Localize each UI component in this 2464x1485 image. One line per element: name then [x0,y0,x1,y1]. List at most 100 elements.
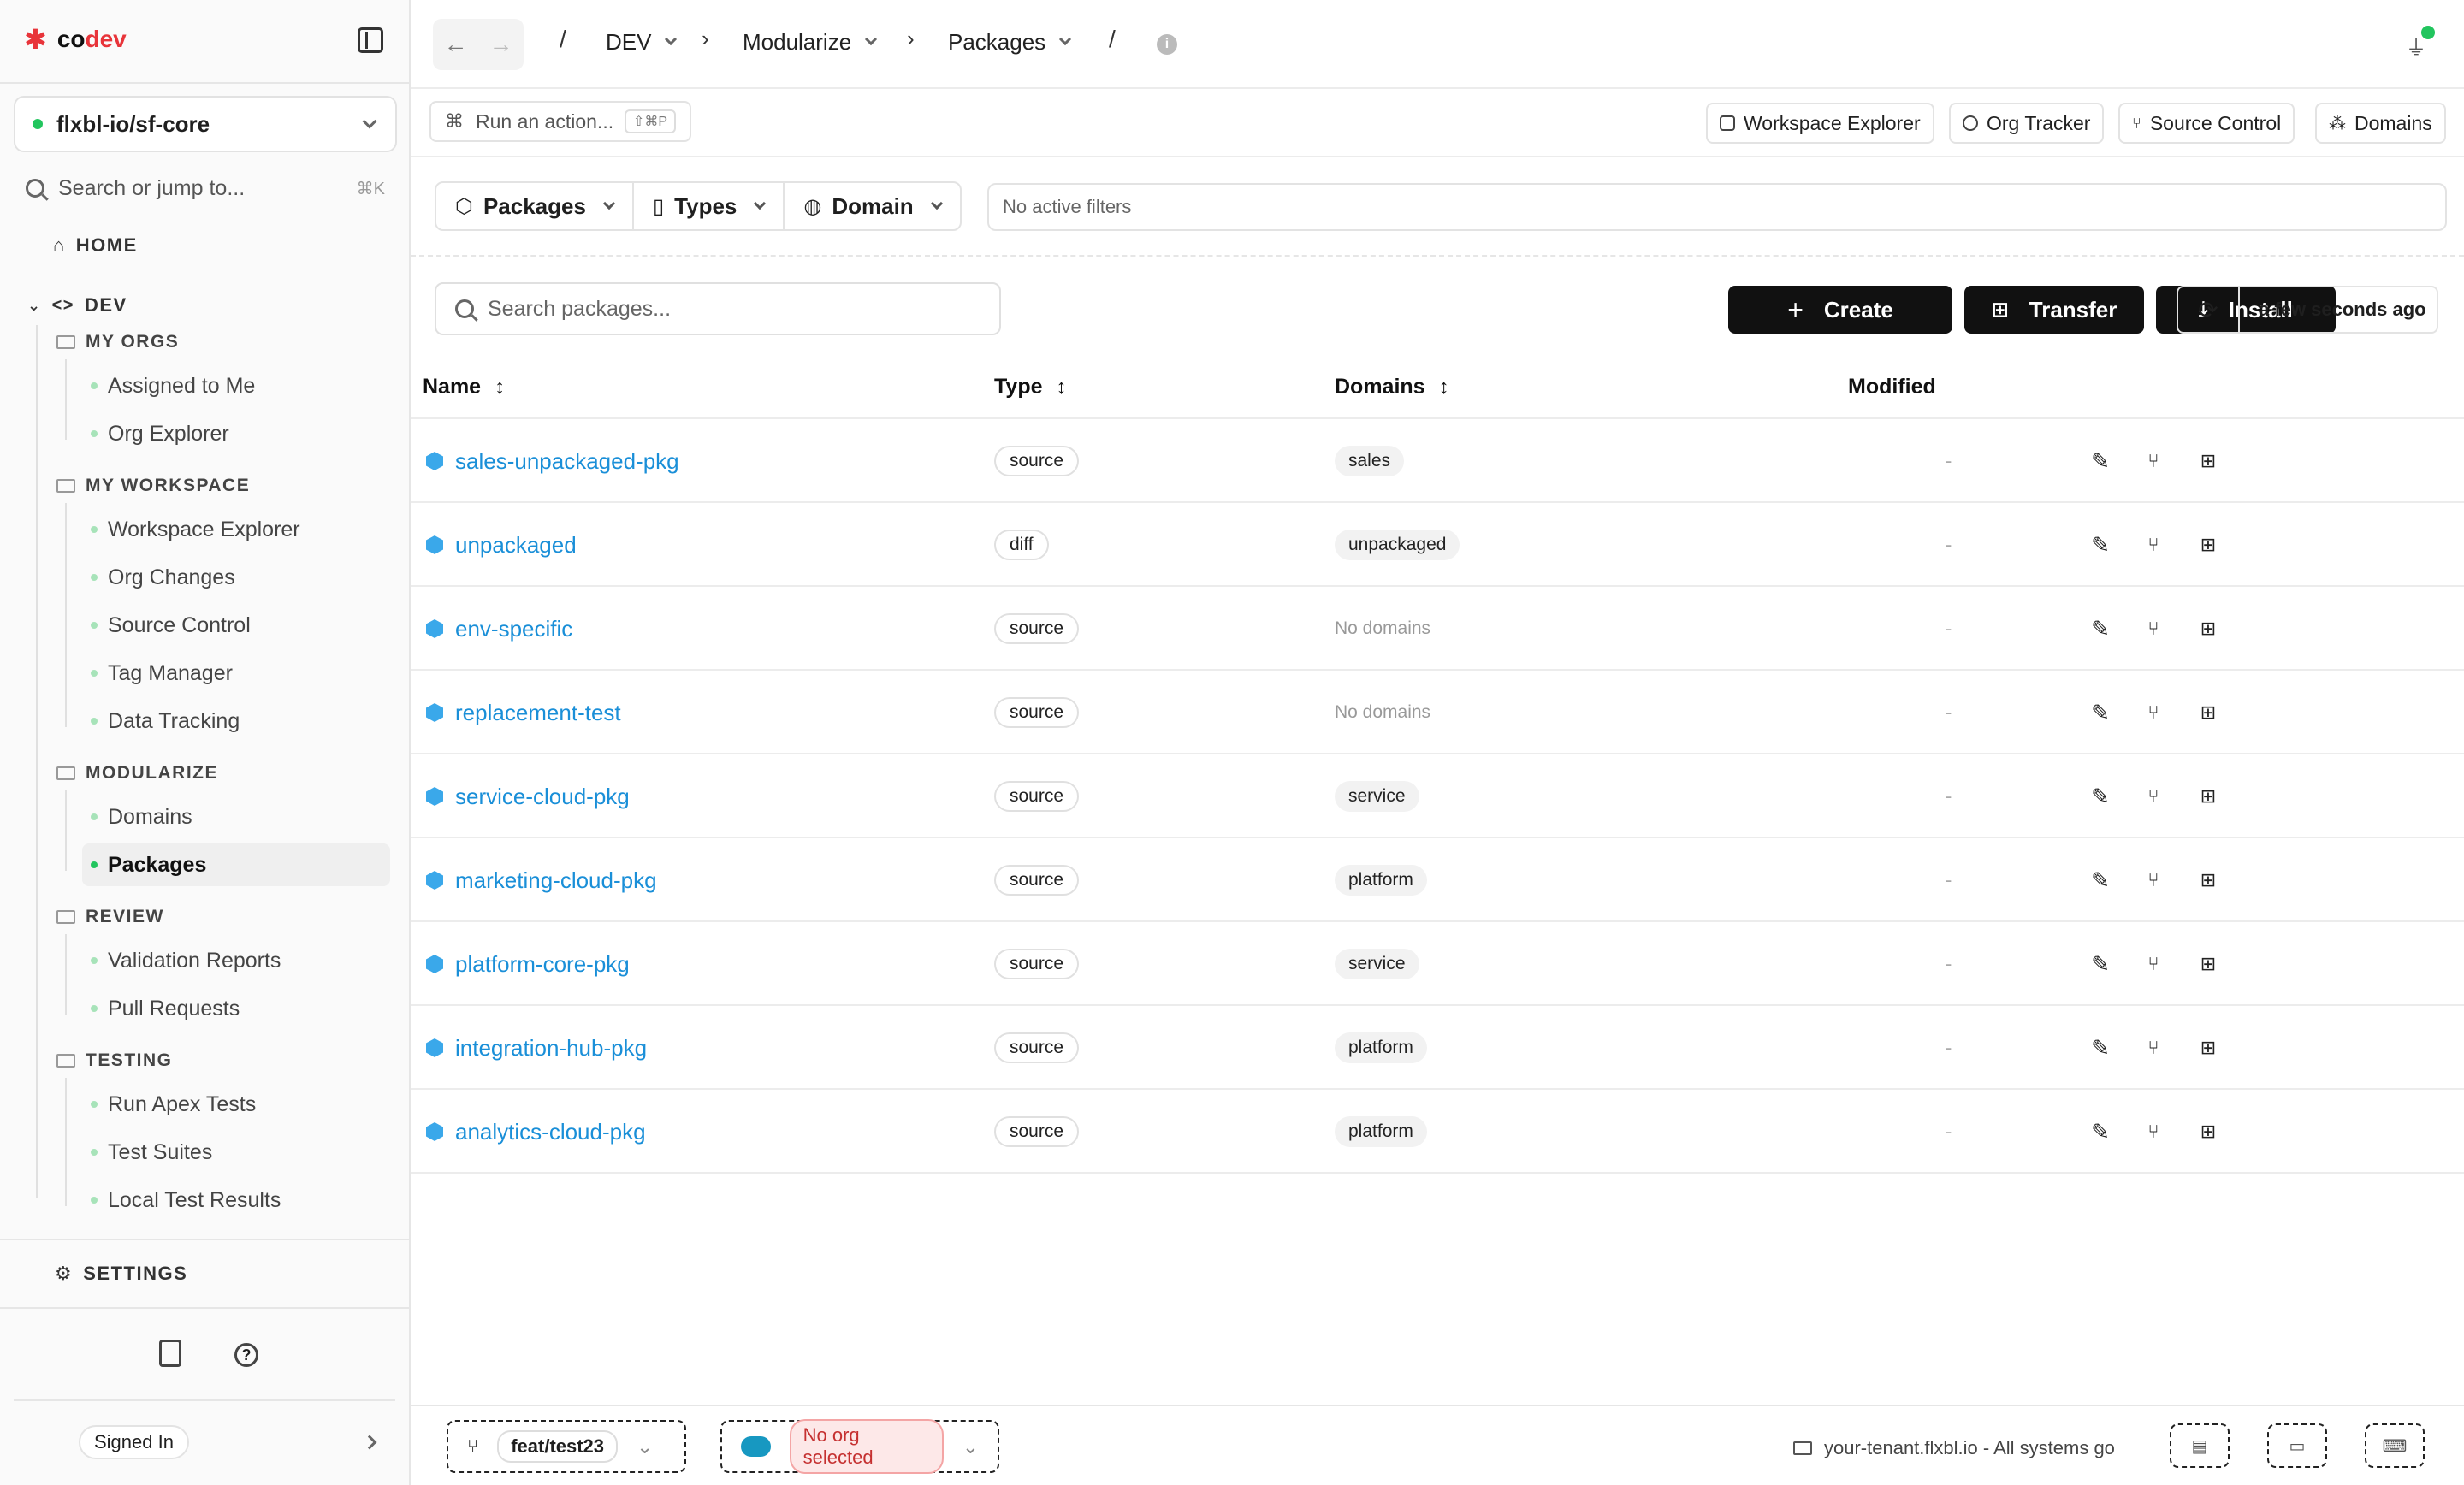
git-branch-icon[interactable]: ⑂ [2142,701,2165,724]
nav-group[interactable]: TESTING [56,1050,173,1071]
edit-icon[interactable]: ✎ [2089,448,2112,474]
package-cube-icon [426,871,443,890]
package-name-link[interactable]: unpackaged [426,503,577,587]
nav-settings[interactable]: ⚙ SETTINGS [55,1263,187,1285]
back-arrow-icon[interactable]: ← [444,31,468,58]
collapse-sidebar-icon[interactable] [358,27,383,53]
active-filters[interactable]: No active filters [987,183,2447,231]
create-button[interactable]: + Create [1728,286,1952,334]
edit-icon[interactable]: ✎ [2089,784,2112,809]
sidebar-item[interactable]: Pull Requests [82,987,390,1030]
git-branch-icon[interactable]: ⑂ [2142,450,2165,472]
nav-home[interactable]: ⌂ HOME [53,234,138,257]
nav-group[interactable]: MY WORKSPACE [56,476,250,496]
sidebar-item-label: Domains [108,804,192,829]
org-tracker-button[interactable]: Org Tracker [1949,103,2105,144]
sidebar-item[interactable]: Tag Manager [82,652,390,695]
refresh-icon[interactable]: ⟳ [2178,287,2240,332]
git-branch-icon[interactable]: ⑂ [2142,618,2165,640]
nav-dev[interactable]: ⌄ <> DEV [27,294,127,317]
workspace-explorer-button[interactable]: Workspace Explorer [1706,103,1934,144]
git-branch-icon[interactable]: ⑂ [2142,953,2165,975]
sidebar-item[interactable]: Org Explorer [82,412,390,455]
domains-button[interactable]: ⁂ Domains [2315,103,2446,144]
edit-icon[interactable]: ✎ [2089,951,2112,977]
git-branch-icon[interactable]: ⑂ [2142,1121,2165,1143]
transfer-icon[interactable]: ⊞ [2197,953,2219,975]
git-branch-icon[interactable]: ⑂ [2142,534,2165,556]
info-icon[interactable]: i [1157,34,1177,55]
home-icon: ⌂ [53,234,66,256]
breadcrumb-dev[interactable]: DEV [606,29,678,56]
keyboard-icon[interactable]: ⌨ [2365,1423,2425,1468]
nav-group[interactable]: REVIEW [56,907,164,927]
package-name-link[interactable]: sales-unpackaged-pkg [426,419,679,503]
nav-group[interactable]: MODULARIZE [56,763,218,784]
help-icon[interactable]: ? [234,1343,258,1367]
signed-in-badge[interactable]: Signed In [79,1425,189,1459]
transfer-icon[interactable]: ⊞ [2197,534,2219,556]
org-status-selector[interactable]: No org selected ⌄ [720,1419,999,1474]
sidebar-item[interactable]: Data Tracking [82,700,390,742]
transfer-button[interactable]: ⊞ Transfer [1964,286,2144,334]
sidebar-item[interactable]: Packages [82,843,390,886]
branch-selector[interactable]: ⑂ feat/test23 ⌄ [447,1420,686,1473]
sidebar-item[interactable]: Assigned to Me [82,364,390,407]
sidebar-item[interactable]: Source Control [82,604,390,647]
transfer-icon[interactable]: ⊞ [2197,450,2219,472]
types-filter[interactable]: ▯ Types [634,183,785,229]
run-action-input[interactable]: ⌘ Run an action... ⇧⌘P [429,101,691,142]
breadcrumb-packages[interactable]: Packages [948,29,1072,56]
sidebar-item[interactable]: Local Test Results [82,1179,390,1222]
package-name-link[interactable]: integration-hub-pkg [426,1006,647,1090]
edit-icon[interactable]: ✎ [2089,1035,2112,1061]
edit-icon[interactable]: ✎ [2089,1119,2112,1145]
column-type[interactable]: Type ↕ [994,375,1067,399]
table-row: unpackaged diff unpackaged - ✎ ⑂ ⊞ [411,503,2464,587]
sidebar-item[interactable]: Org Changes [82,556,390,599]
sidebar-item[interactable]: Test Suites [82,1131,390,1174]
edit-icon[interactable]: ✎ [2089,532,2112,558]
git-branch-icon[interactable]: ⑂ [2142,1037,2165,1059]
transfer-icon[interactable]: ⊞ [2197,1121,2219,1143]
domain-cell: unpackaged [1335,503,1460,587]
org-selector[interactable]: flxbl-io/sf-core [14,96,397,152]
forward-arrow-icon[interactable]: → [489,31,513,58]
chevron-right-icon[interactable] [362,1435,377,1450]
nav-group[interactable]: MY ORGS [56,332,179,352]
column-domains[interactable]: Domains ↕ [1335,375,1449,399]
breadcrumb-modularize[interactable]: Modularize [743,29,878,56]
git-branch-icon[interactable]: ⑂ [2142,785,2165,808]
sidebar-item[interactable]: Validation Reports [82,939,390,982]
document-icon[interactable]: ▤ [2170,1423,2230,1468]
type-cell: source [994,922,1080,1006]
packages-filter[interactable]: ⬡ Packages [436,183,634,229]
source-control-button[interactable]: ⑂ Source Control [2118,103,2295,144]
package-name-link[interactable]: platform-core-pkg [426,922,630,1006]
transfer-icon[interactable]: ⊞ [2197,1037,2219,1059]
chevron-down-icon: ⌄ [637,1435,654,1458]
package-name-link[interactable]: marketing-cloud-pkg [426,838,657,922]
terminal-icon[interactable]: ▭ [2267,1423,2327,1468]
brand[interactable]: ✱ codev [24,26,127,53]
edit-icon[interactable]: ✎ [2089,700,2112,725]
sidebar-item[interactable]: Workspace Explorer [82,508,390,551]
transfer-icon[interactable]: ⊞ [2197,701,2219,724]
package-name-link[interactable]: analytics-cloud-pkg [426,1090,646,1174]
sidebar-item[interactable]: Domains [82,796,390,838]
clipboard-icon[interactable] [159,1340,181,1367]
edit-icon[interactable]: ✎ [2089,867,2112,893]
package-search-input[interactable]: Search packages... [435,282,1001,335]
sidebar-item[interactable]: Run Apex Tests [82,1083,390,1126]
transfer-icon[interactable]: ⊞ [2197,869,2219,891]
package-name-link[interactable]: service-cloud-pkg [426,754,630,838]
git-branch-icon[interactable]: ⑂ [2142,869,2165,891]
sidebar-search[interactable]: Search or jump to... ⌘K [26,171,385,205]
package-name-link[interactable]: env-specific [426,587,572,671]
package-name-link[interactable]: replacement-test [426,671,621,754]
transfer-icon[interactable]: ⊞ [2197,618,2219,640]
domain-filter[interactable]: ◍ Domain [785,183,959,229]
transfer-icon[interactable]: ⊞ [2197,785,2219,808]
column-name[interactable]: Name ↕ [423,375,505,399]
edit-icon[interactable]: ✎ [2089,616,2112,642]
